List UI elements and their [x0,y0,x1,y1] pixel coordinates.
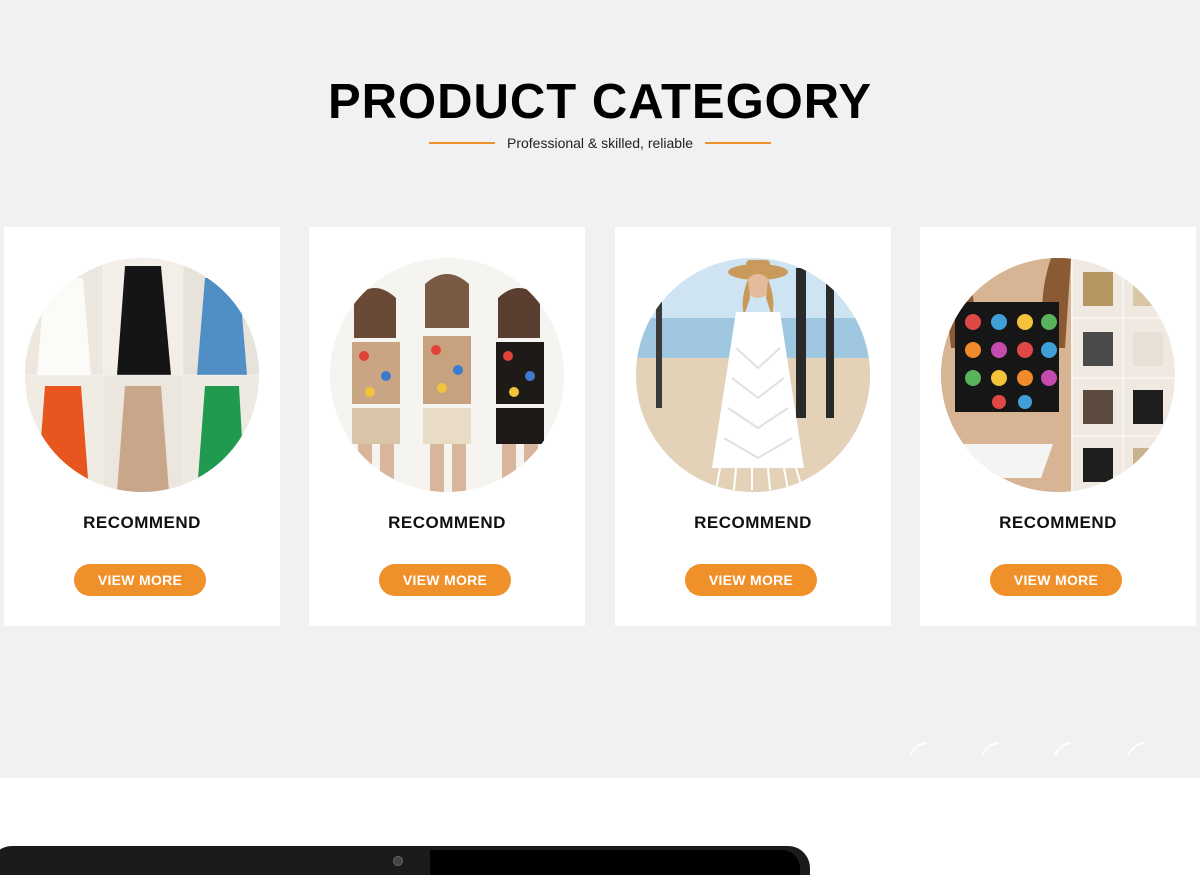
white-beach-dress-image [636,258,870,492]
pagination-dot[interactable] [1053,742,1073,756]
view-more-button[interactable]: VIEW MORE [990,564,1122,596]
category-label: RECOMMEND [694,513,812,532]
black-granny-top-collage-image [941,258,1175,492]
subtitle-divider-right [704,142,771,144]
product-category-section: PRODUCT CATEGORY Professional & skilled,… [0,0,1200,778]
laptop-device-graphic [0,846,810,875]
pagination-dot[interactable] [980,742,1000,756]
category-image[interactable] [636,258,870,492]
section-subtitle: Professional & skilled, reliable [507,135,693,151]
pagination-dot[interactable] [1126,742,1146,756]
view-more-button[interactable]: VIEW MORE [74,564,206,596]
category-label: RECOMMEND [83,513,201,532]
view-more-button[interactable]: VIEW MORE [685,564,817,596]
subtitle-divider-left [429,142,495,144]
granny-square-tops-image [330,258,564,492]
subtitle-row: Professional & skilled, reliable [0,134,1200,152]
pagination-dot[interactable] [908,742,928,756]
category-image[interactable] [330,258,564,492]
category-label: RECOMMEND [999,513,1117,532]
section-title: PRODUCT CATEGORY [327,75,873,129]
view-more-button[interactable]: VIEW MORE [379,564,511,596]
category-card: RECOMMEND VIEW MORE [309,227,585,626]
category-card: RECOMMEND VIEW MORE [4,227,280,626]
camera-icon [393,856,403,866]
category-image[interactable] [25,258,259,492]
category-card: RECOMMEND VIEW MORE [615,227,891,626]
fringe-dresses-collage-image [25,258,259,492]
carousel-pagination [908,742,1168,756]
category-card: RECOMMEND VIEW MORE [920,227,1196,626]
category-label: RECOMMEND [388,513,506,532]
device-screen [430,850,800,875]
category-image[interactable] [941,258,1175,492]
